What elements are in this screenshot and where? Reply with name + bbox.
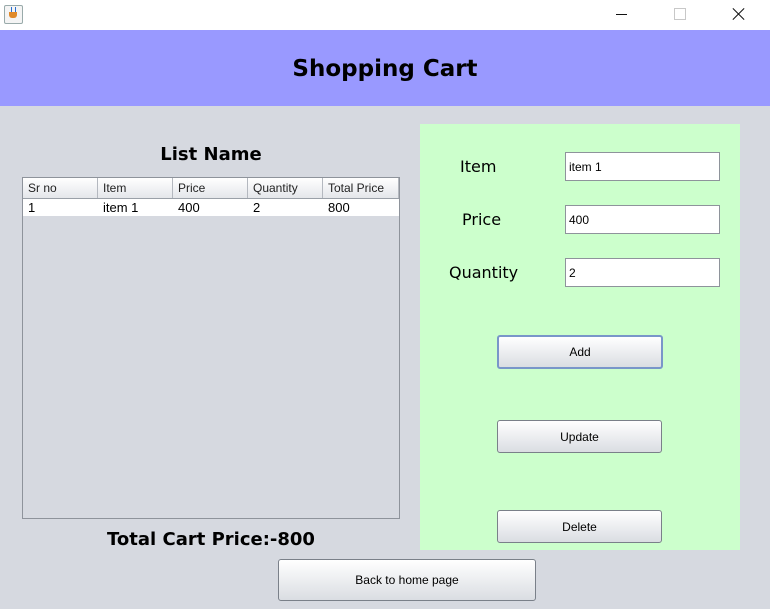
cart-table[interactable]: Sr no Item Price Quantity Total Price 1 … [22,177,400,519]
minimize-icon[interactable] [598,0,644,30]
price-label: Price [462,210,502,229]
column-header-price[interactable]: Price [173,178,248,198]
item-form-panel: Item Price Quantity Add Update Delete [420,124,740,550]
table-body: 1 item 1 400 2 800 [23,199,399,216]
column-header-item[interactable]: Item [98,178,173,198]
quantity-label: Quantity [449,263,519,282]
cell-item: item 1 [103,200,139,215]
table-row[interactable]: 1 item 1 400 2 800 [23,199,399,216]
page-title: Shopping Cart [292,56,478,82]
item-label: Item [460,157,497,176]
back-to-home-button[interactable]: Back to home page [278,559,536,601]
table-header: Sr no Item Price Quantity Total Price [23,178,399,199]
update-button[interactable]: Update [497,420,662,453]
cell-total-price: 800 [328,200,350,215]
cell-quantity: 2 [253,200,261,215]
column-header-quantity[interactable]: Quantity [248,178,323,198]
item-input[interactable] [565,152,720,181]
header-banner: Shopping Cart [0,30,770,106]
total-cart-price: Total Cart Price:-800 [107,529,315,550]
close-icon[interactable] [716,0,762,30]
cell-sr-no: 1 [28,200,36,215]
quantity-input[interactable] [565,258,720,287]
list-title: List Name [160,144,262,165]
price-input[interactable] [565,205,720,234]
add-button[interactable]: Add [497,335,663,369]
cell-price: 400 [178,200,200,215]
column-header-sr-no[interactable]: Sr no [23,178,98,198]
window-titlebar [0,0,770,30]
column-header-total-price[interactable]: Total Price [323,178,399,198]
java-cup-icon [4,5,23,24]
maximize-icon[interactable] [656,0,702,30]
delete-button[interactable]: Delete [497,510,662,543]
